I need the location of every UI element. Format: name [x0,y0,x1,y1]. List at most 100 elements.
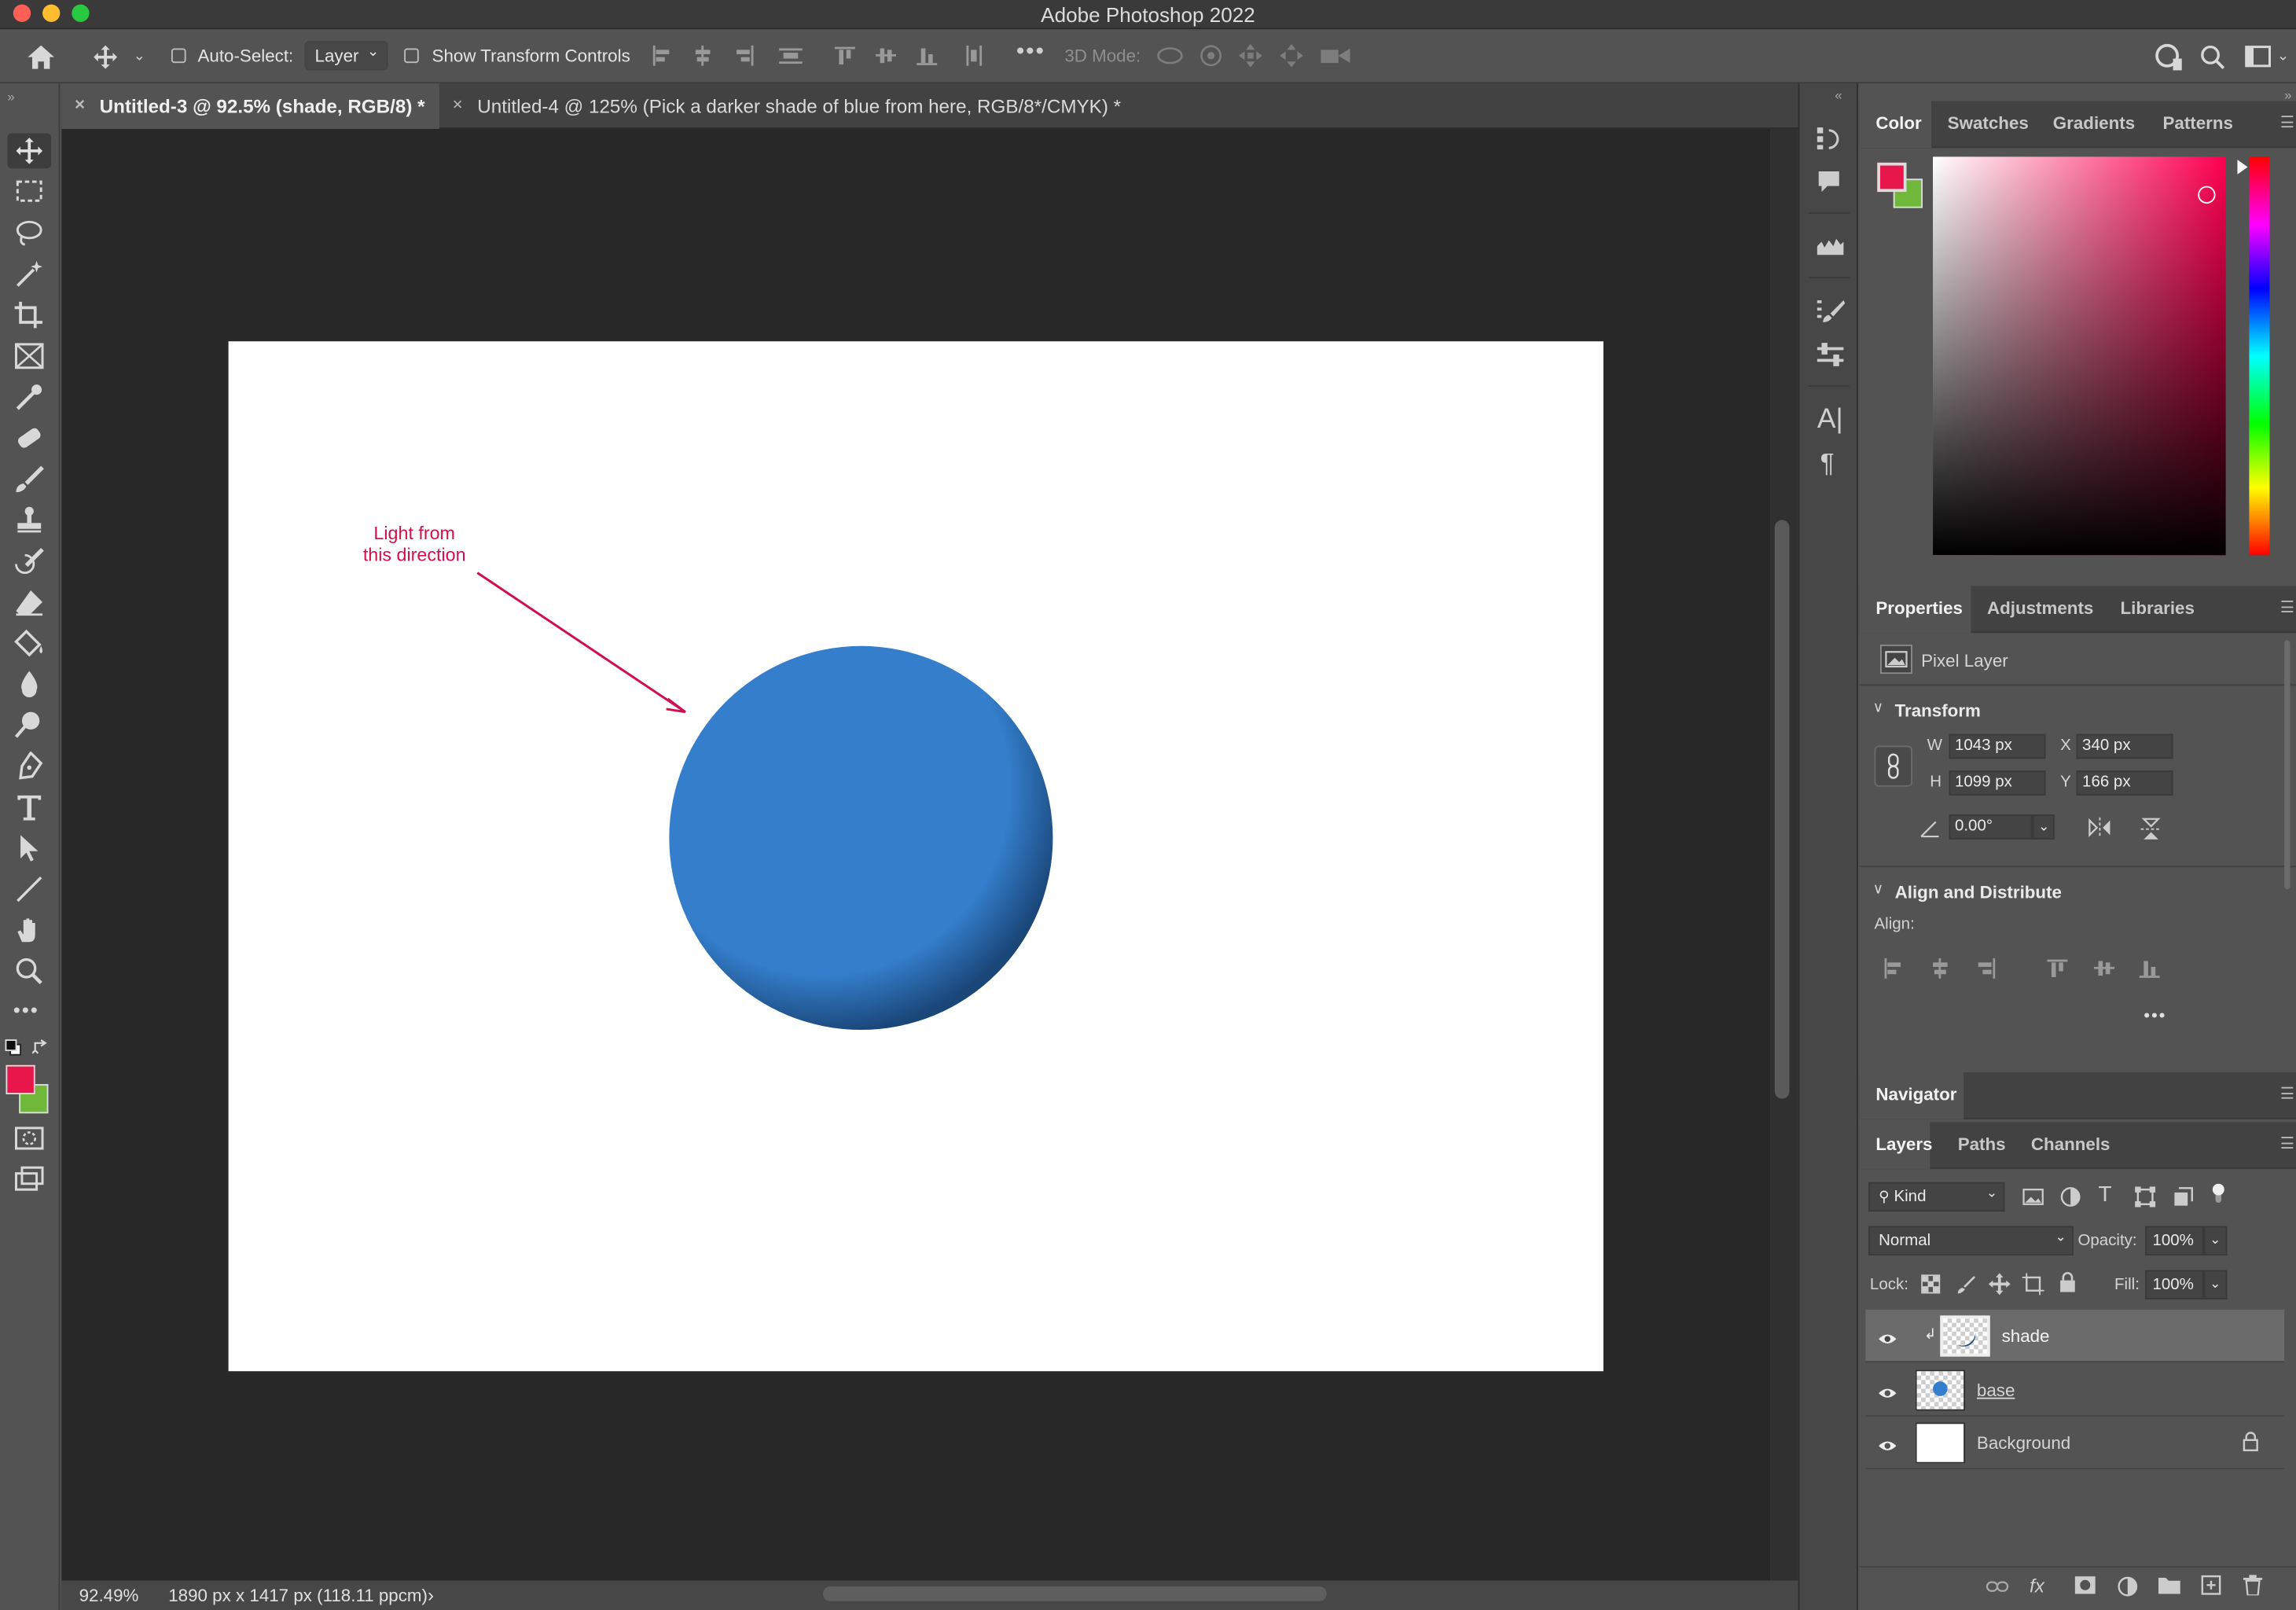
chevron-right-icon[interactable]: › [428,1583,434,1605]
move-tool[interactable] [7,133,52,169]
trash-delete-icon[interactable] [2243,1575,2263,1596]
eyedropper-tool[interactable] [13,382,46,411]
color-picker-field[interactable] [1933,156,2226,556]
layer-row-shade[interactable]: ↲ shade [1865,1309,2285,1363]
chevron-down-icon[interactable]: ∨ [1873,700,1884,716]
healing-brush-tool[interactable] [13,424,46,453]
dodge-tool[interactable] [13,711,46,740]
swap-colors-icon[interactable] [31,1037,50,1054]
x-position-field[interactable]: 340 px [2076,733,2173,759]
share-icon[interactable] [2154,42,2183,72]
character-icon[interactable]: A| [1817,406,1843,433]
collapse-double-chevron-icon[interactable]: » [7,86,14,107]
properties-scrollbar[interactable] [2284,640,2290,890]
y-position-field[interactable]: 166 px [2076,770,2173,796]
layer-thumbnail-base[interactable] [1915,1369,1966,1411]
3d-slide-icon[interactable] [1280,43,1303,68]
filter-toggle-icon[interactable] [2211,1183,2226,1204]
flip-horizontal-icon[interactable] [2087,816,2114,847]
layer-style-fx-icon[interactable]: fx [2030,1575,2044,1597]
align-top-icon[interactable] [834,46,855,66]
align-horizontal-center-icon[interactable] [692,45,713,66]
blend-mode-dropdown[interactable]: Normal ⌄ [1868,1226,2074,1256]
horizontal-scroll-thumb[interactable] [822,1586,1327,1601]
layer-thumbnail-shade[interactable] [1940,1315,1990,1357]
history-brush-tool[interactable] [13,546,46,575]
width-field[interactable]: 1043 px [1949,733,2046,759]
lasso-tool[interactable] [13,219,46,248]
eye-visibility-icon[interactable] [1877,1327,1897,1354]
filter-smart-object-icon[interactable] [2173,1186,2194,1207]
distribute-vertical-icon[interactable] [964,45,984,66]
panel-menu-icon[interactable] [2281,116,2294,128]
show-transform-checkbox[interactable] [404,48,419,64]
auto-select-dropdown[interactable]: Layer ⌄ [304,41,388,71]
close-tab-icon[interactable]: × [75,94,85,114]
vertical-scrollbar[interactable] [1770,128,1798,1581]
hue-slider[interactable] [2249,156,2270,556]
tab-paths[interactable]: Paths [1958,1134,2006,1154]
more-options-icon[interactable]: ••• [1016,40,1045,64]
adjustment-presets-icon[interactable] [1816,341,1845,368]
tab-color[interactable]: Color [1875,112,1921,133]
tab-adjustments[interactable]: Adjustments [1987,597,2093,618]
layer-row-base[interactable]: base [1865,1364,2285,1417]
align-horizontal-centers-icon[interactable] [1930,958,1950,979]
paint-bucket-tool[interactable] [13,628,46,657]
panel-menu-icon[interactable] [2281,1137,2294,1149]
blue-sphere[interactable] [669,645,1053,1031]
zoom-level[interactable]: 92.49% [79,1585,139,1605]
blur-tool[interactable] [13,670,46,699]
align-right-edges-icon[interactable] [1975,958,1996,979]
clone-stamp-tool[interactable] [13,505,46,535]
chevron-down-icon[interactable]: ⌄ [2203,1226,2228,1256]
chevron-down-icon[interactable]: ⌄ [134,47,146,68]
link-layers-icon[interactable] [1986,1579,2009,1594]
filter-adjustment-icon[interactable] [2060,1186,2081,1207]
layer-name[interactable]: base [1977,1380,2015,1400]
fill-field[interactable]: 100% [2145,1270,2204,1299]
eye-visibility-icon[interactable] [1877,1434,1897,1461]
chevron-down-icon[interactable]: ⌄ [2203,1270,2228,1299]
more-options-icon[interactable]: ••• [2144,1005,2166,1025]
lock-artboard-icon[interactable] [2022,1273,2044,1296]
frame-tool[interactable] [13,341,46,370]
flip-vertical-icon[interactable] [2140,816,2163,850]
tab-properties[interactable]: Properties [1875,597,1963,618]
comments-icon[interactable] [1816,168,1842,195]
opacity-field[interactable]: 100% [2145,1226,2204,1256]
canvas-area[interactable]: Light from this direction [61,128,1771,1581]
color-picker-cursor[interactable] [2198,186,2216,204]
foreground-color-chip[interactable] [1877,162,1907,193]
line-tool[interactable] [13,875,46,904]
adjustment-layer-icon[interactable] [2118,1576,2138,1597]
pen-tool[interactable] [13,751,46,781]
brush-settings-icon[interactable] [1816,297,1846,324]
layer-row-background[interactable]: Background [1865,1417,2285,1470]
magic-wand-tool[interactable] [13,259,46,289]
history-icon[interactable] [1816,124,1842,151]
close-tab-icon[interactable]: × [453,94,463,114]
move-tool-icon[interactable] [92,44,119,71]
histogram-icon[interactable] [1816,233,1845,256]
lock-icon[interactable] [2242,1432,2259,1459]
chevron-down-icon[interactable]: ⌄ [2032,814,2055,840]
layer-filter-dropdown[interactable]: ⚲ Kind ⌄ [1868,1182,2005,1212]
workspace-icon[interactable] [2245,46,2272,68]
align-vertical-center-icon[interactable] [876,46,897,66]
align-left-icon[interactable] [652,45,672,66]
tab-channels[interactable]: Channels [2031,1134,2110,1154]
3d-roll-icon[interactable] [1199,44,1223,68]
marquee-tool[interactable] [13,177,46,206]
tab-patterns[interactable]: Patterns [2163,112,2233,133]
tab-gradients[interactable]: Gradients [2053,112,2135,133]
align-vertical-centers-icon[interactable] [2093,958,2115,979]
tab-libraries[interactable]: Libraries [2120,597,2194,618]
link-icon[interactable] [1874,745,1912,787]
align-right-icon[interactable] [733,45,754,66]
tab-layers[interactable]: Layers [1875,1134,1932,1154]
height-field[interactable]: 1099 px [1949,770,2046,796]
3d-camera-icon[interactable] [1321,46,1350,66]
rotation-angle-field[interactable]: 0.00° [1949,814,2033,840]
3d-pan-icon[interactable] [1239,43,1262,68]
